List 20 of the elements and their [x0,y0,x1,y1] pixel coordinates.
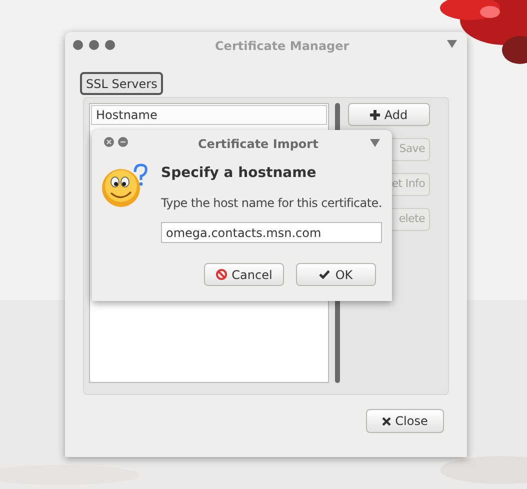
window-title: Certificate Import [198,136,318,153]
smiley-icon [101,162,149,208]
dialog-message: Type the host name for this certificate. [161,195,382,212]
menu-arrow-icon[interactable] [370,139,380,147]
plus-icon [370,110,380,120]
hostname-input[interactable]: omega.contacts.msn.com [161,222,382,243]
dialog-heading: Specify a hostname [161,164,318,183]
check-icon [319,270,330,279]
close-icon[interactable] [104,137,114,147]
column-header: Hostname [91,105,327,125]
window-title: Certificate Manager [215,38,350,55]
no-entry-icon [216,269,227,280]
add-button[interactable]: Add [348,103,430,126]
minimize-icon[interactable] [118,137,128,147]
cancel-button[interactable]: Cancel [204,263,284,286]
tab[interactable]: SSL Servers [80,72,164,95]
menu-arrow-icon[interactable] [447,40,457,48]
close-icon [382,416,392,426]
ok-button[interactable]: OK [296,263,376,286]
close-button[interactable]: Close [366,409,444,433]
